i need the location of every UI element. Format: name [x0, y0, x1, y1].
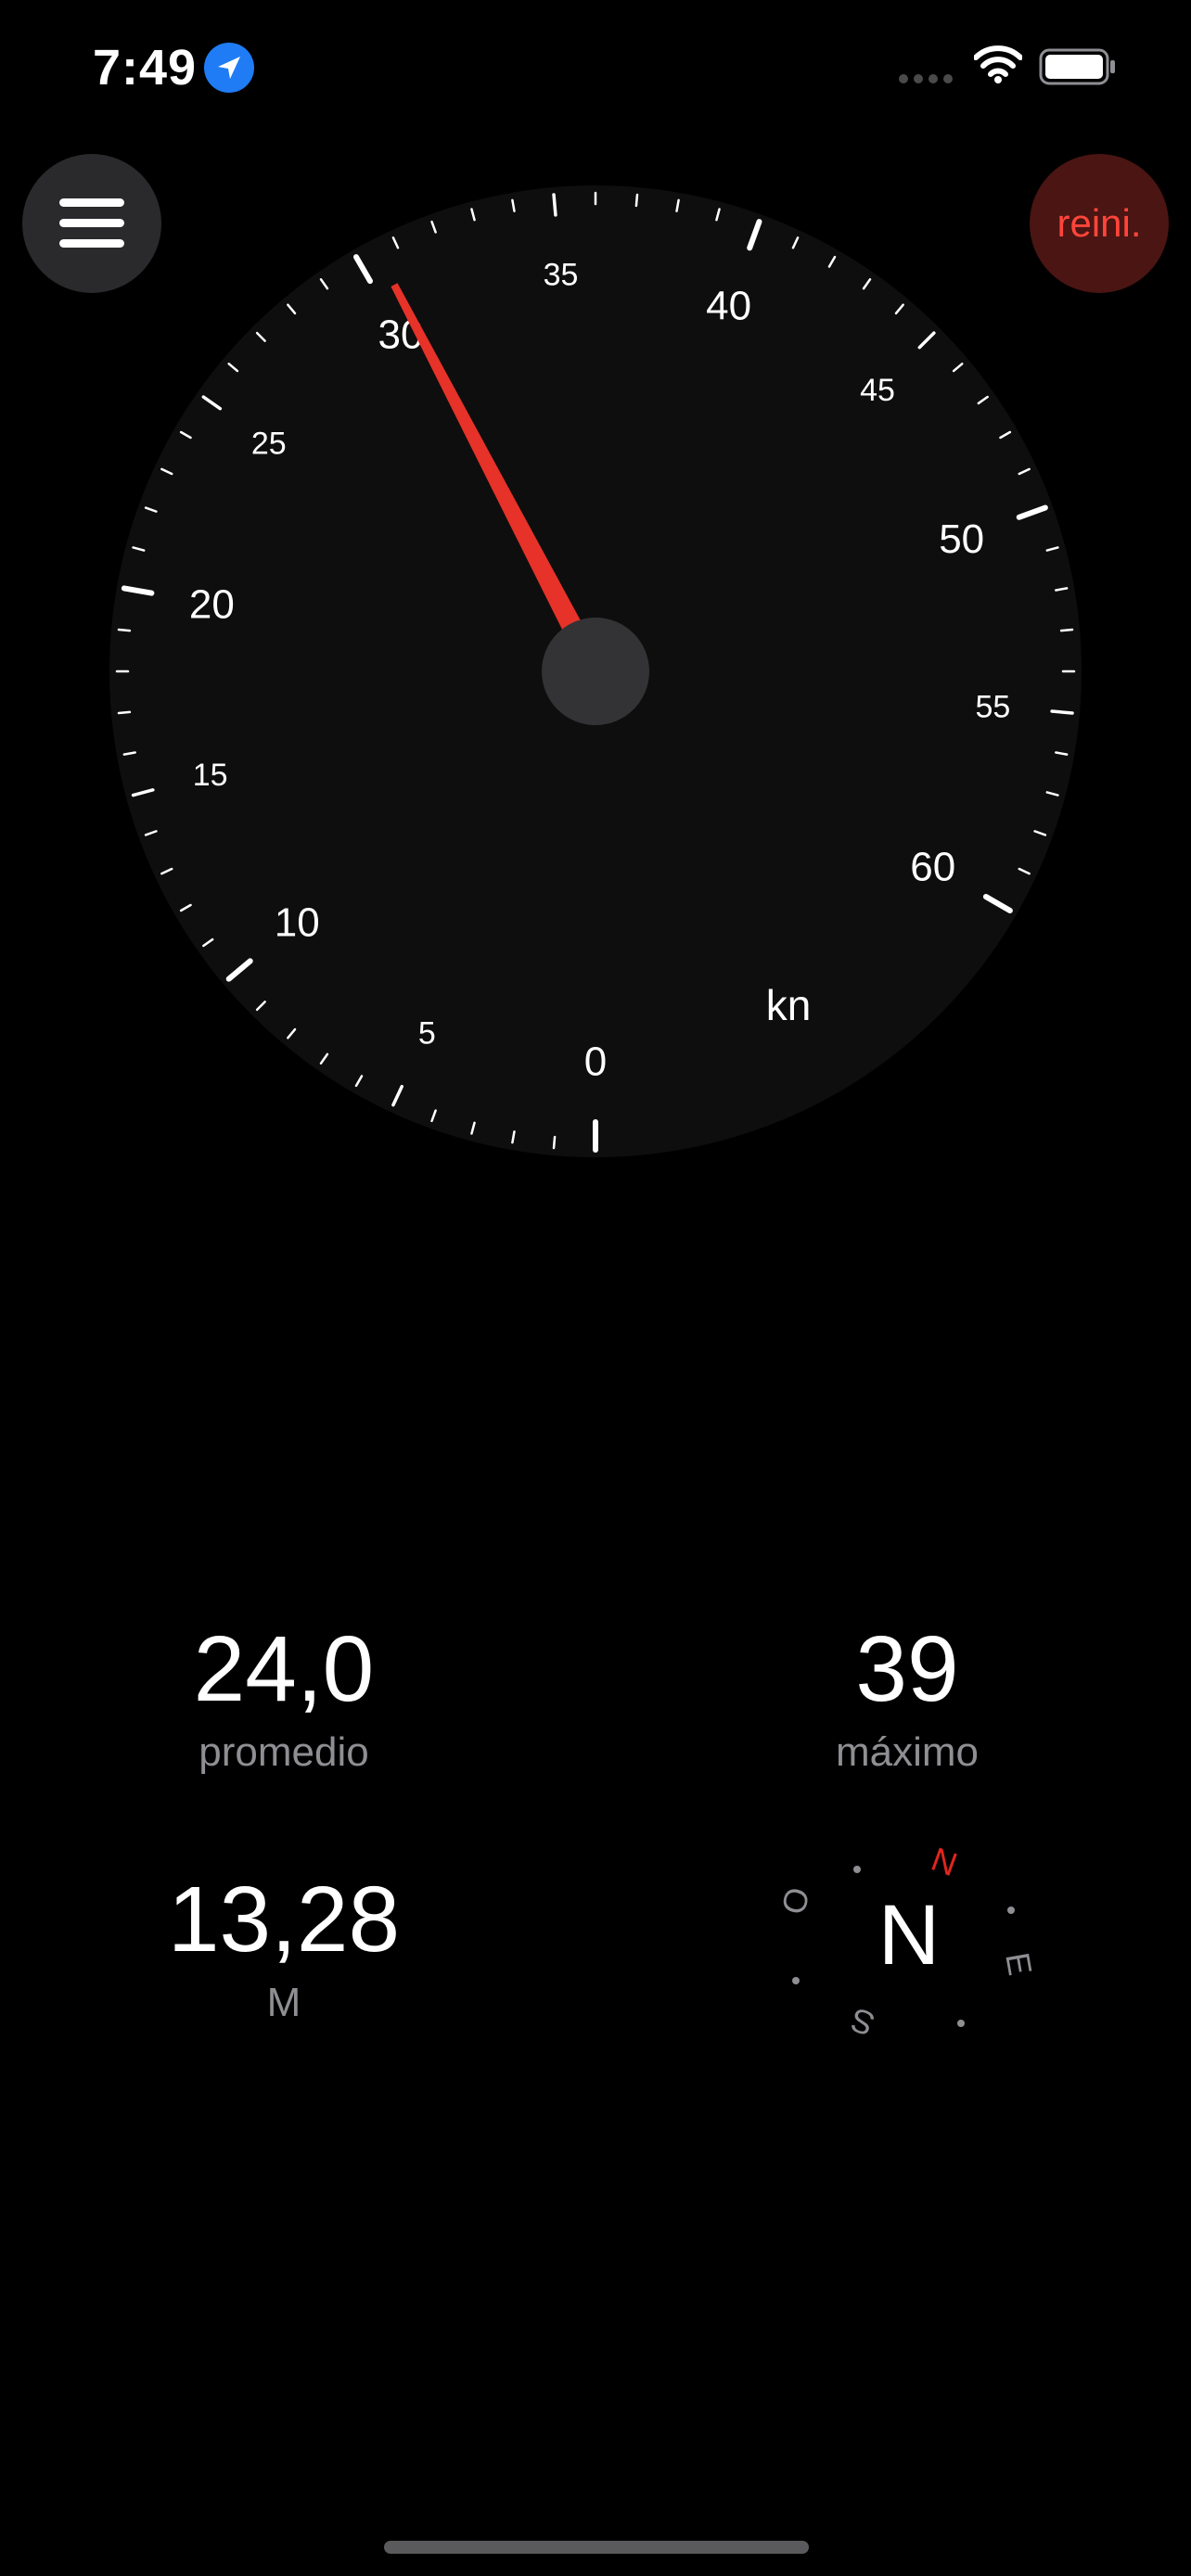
- gauge-label: 0: [584, 1039, 607, 1084]
- compass-south: S: [846, 2000, 880, 2044]
- gauge-hub: [542, 618, 649, 725]
- compass-heading: N: [878, 1888, 940, 1983]
- compass-dot: [853, 1866, 861, 1873]
- gauge-tick: [1059, 628, 1074, 632]
- gauge-label: 5: [418, 1016, 436, 1052]
- home-indicator: [384, 2541, 809, 2554]
- distance-unit: M: [266, 1980, 301, 2025]
- gauge-label: 10: [275, 899, 320, 945]
- gauge-tick: [552, 193, 557, 217]
- gauge-tick: [117, 628, 132, 632]
- max-speed-value: 39: [855, 1617, 959, 1721]
- distance-value: 13,28: [167, 1868, 401, 1971]
- gauge-label: 40: [706, 284, 751, 329]
- gauge-label: 55: [975, 689, 1010, 724]
- compass-rose: N N E S O: [774, 1840, 1040, 2044]
- gauge-label: 35: [544, 258, 579, 293]
- compass-dot: [792, 1977, 800, 1984]
- gauge-tick: [1050, 709, 1074, 715]
- gauge-label: 50: [939, 516, 984, 562]
- compass-west: O: [774, 1883, 817, 1919]
- max-speed-label: máximo: [835, 1729, 980, 1775]
- gauge-label: 15: [193, 758, 228, 793]
- speedometer-gauge: 010203040506051525354555 kn: [109, 185, 1082, 1157]
- gauge-label: 45: [860, 373, 895, 408]
- gauge-tick: [552, 1135, 557, 1150]
- compass-dot: [957, 2020, 965, 2027]
- gauge-label: 60: [910, 844, 955, 889]
- compass-east: E: [998, 1950, 1040, 1979]
- gauge-label: 25: [251, 426, 287, 461]
- average-speed-label: promedio: [198, 1729, 369, 1775]
- compass-dot: [1007, 1906, 1015, 1914]
- gauge-tick: [117, 710, 132, 715]
- compass-north-marker: N: [927, 1840, 962, 1883]
- average-speed-value: 24,0: [193, 1617, 375, 1721]
- gauge-unit-label: kn: [766, 981, 812, 1029]
- gauge-tick: [634, 193, 639, 208]
- gauge-label: 20: [189, 581, 235, 627]
